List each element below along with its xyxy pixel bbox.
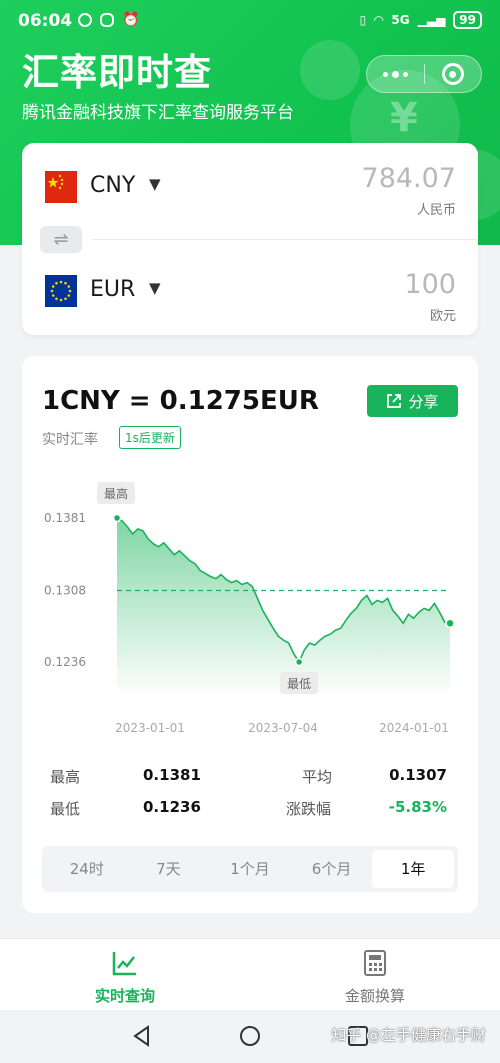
from-currency-code[interactable]: CNY bbox=[90, 173, 135, 198]
more-dot-icon bbox=[403, 71, 408, 77]
battery-indicator: 99 bbox=[453, 11, 482, 29]
notification-icon bbox=[78, 13, 92, 27]
period-option[interactable]: 1个月 bbox=[209, 850, 291, 888]
signal-icon: ▁▃▅ bbox=[417, 13, 446, 27]
y-tick-label: 0.1381 bbox=[44, 511, 86, 525]
y-tick-label: 0.1308 bbox=[44, 583, 86, 597]
converter-card: CNY ▼ 784.07 人民币 EUR ▼ 100 欧元 bbox=[22, 143, 478, 335]
chevron-down-icon[interactable]: ▼ bbox=[149, 175, 161, 193]
period-selector: 24时 7天 1个月 6个月 1年 bbox=[42, 846, 458, 892]
swap-arrows-icon: ⇌ bbox=[53, 229, 69, 250]
share-button[interactable]: 分享 bbox=[367, 385, 458, 417]
low-label: 最低 bbox=[50, 800, 81, 818]
app-subtitle: 腾讯金融科技旗下汇率查询服务平台 bbox=[22, 103, 294, 123]
to-currency-row[interactable]: EUR ▼ 100 欧元 bbox=[22, 239, 478, 335]
china-flag-icon bbox=[45, 171, 77, 203]
share-icon bbox=[387, 394, 402, 408]
max-label: 最高 bbox=[104, 486, 128, 501]
line-chart-icon bbox=[112, 952, 136, 976]
mini-program-capsule bbox=[366, 55, 482, 93]
current-point bbox=[445, 618, 455, 629]
watermark: 知乎 @左手健康右手财 bbox=[331, 1026, 486, 1044]
app-title: 汇率即时查 bbox=[22, 51, 212, 94]
share-label: 分享 bbox=[408, 392, 439, 411]
high-label: 最高 bbox=[50, 768, 81, 786]
to-currency-code[interactable]: EUR bbox=[90, 277, 135, 302]
period-option[interactable]: 24时 bbox=[46, 850, 128, 888]
close-ring-icon bbox=[441, 63, 464, 85]
period-option[interactable]: 7天 bbox=[128, 850, 210, 888]
alarm-icon: ⏰ bbox=[122, 12, 140, 28]
realtime-rate-label: 实时汇率 bbox=[42, 432, 98, 448]
eu-flag-icon bbox=[45, 275, 77, 307]
nav-calc-label: 金额换算 bbox=[344, 987, 405, 1005]
max-point bbox=[112, 513, 122, 523]
nav-amount-convert[interactable]: 金额换算 bbox=[315, 949, 435, 1006]
home-icon[interactable] bbox=[238, 1024, 262, 1048]
from-unit: 人民币 bbox=[416, 203, 456, 218]
change-value: -5.83% bbox=[388, 798, 447, 816]
rate-area bbox=[117, 518, 450, 692]
notification-icons: ⏰ bbox=[78, 12, 139, 28]
close-mini-program-button[interactable] bbox=[425, 56, 481, 92]
average-value: 0.1307 bbox=[389, 766, 447, 784]
more-dot-icon bbox=[392, 70, 399, 78]
vibrate-icon: ▯ bbox=[359, 13, 367, 27]
from-currency-row[interactable]: CNY ▼ 784.07 人民币 bbox=[22, 143, 478, 239]
nav-realtime-label: 实时查询 bbox=[94, 987, 155, 1005]
status-time: 06:04 bbox=[18, 11, 73, 31]
period-option[interactable]: 6个月 bbox=[291, 850, 373, 888]
chevron-down-icon[interactable]: ▼ bbox=[149, 279, 161, 297]
bottom-navigation: 实时查询 金额换算 bbox=[0, 938, 500, 1010]
x-tick-label: 2024-01-01 bbox=[379, 721, 449, 735]
system-status-icons: ▯ ◠ 5G ▁▃▅ 99 bbox=[360, 11, 482, 29]
average-label: 平均 bbox=[302, 768, 333, 786]
more-button[interactable] bbox=[367, 56, 424, 92]
wifi-icon: ◠ bbox=[374, 13, 384, 27]
to-amount[interactable]: 100 bbox=[404, 269, 456, 300]
rate-chart-card: 1CNY = 0.1275EUR 分享 实时汇率 1s后更新 0.1381 0.1… bbox=[22, 356, 478, 913]
wechat-icon bbox=[100, 13, 114, 27]
low-value: 0.1236 bbox=[143, 798, 201, 816]
back-icon[interactable] bbox=[130, 1024, 154, 1048]
network-label: 5G bbox=[391, 13, 410, 27]
calculator-icon bbox=[364, 950, 386, 976]
to-unit: 欧元 bbox=[429, 309, 456, 324]
rate-chart: 0.1381 0.1308 0.1236 2023-01-01 2023-07-04 20… bbox=[44, 482, 455, 735]
update-countdown-badge: 1s后更新 bbox=[119, 426, 181, 449]
more-dot-icon bbox=[383, 71, 388, 77]
x-tick-label: 2023-07-04 bbox=[248, 721, 318, 735]
x-tick-label: 2023-01-01 bbox=[115, 721, 185, 735]
exchange-rate-value: 1CNY = 0.1275EUR bbox=[42, 386, 319, 416]
swap-currency-button[interactable]: ⇌ bbox=[40, 226, 82, 253]
period-option[interactable]: 1年 bbox=[372, 850, 454, 888]
y-tick-label: 0.1236 bbox=[44, 655, 86, 669]
change-label: 涨跌幅 bbox=[286, 800, 332, 818]
nav-realtime-query[interactable]: 实时查询 bbox=[65, 949, 185, 1006]
from-amount[interactable]: 784.07 bbox=[362, 163, 456, 194]
status-bar: 06:04 ⏰ ▯ ◠ 5G ▁▃▅ 99 bbox=[0, 0, 500, 42]
min-point bbox=[294, 657, 304, 667]
min-label: 最低 bbox=[287, 677, 311, 691]
coin-decoration bbox=[300, 40, 360, 100]
yuan-icon: ¥ bbox=[390, 95, 418, 141]
high-value: 0.1381 bbox=[143, 766, 201, 784]
